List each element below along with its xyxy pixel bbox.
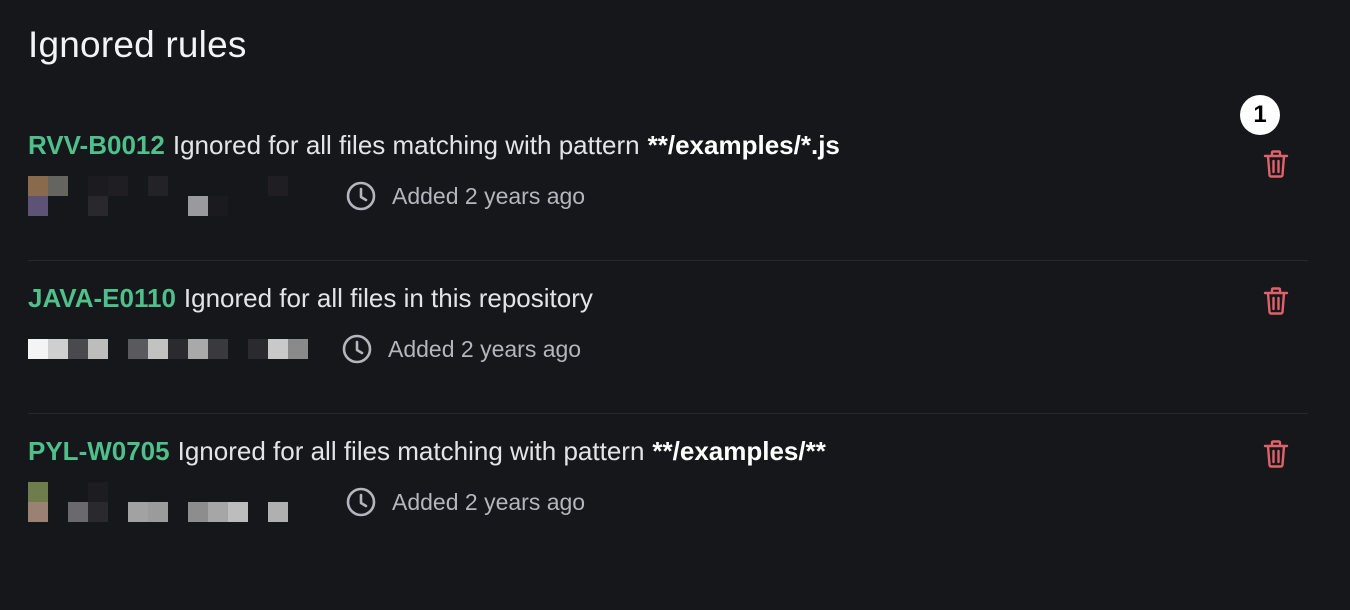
author-avatar[interactable] — [28, 329, 308, 369]
rule-meta: Added 2 years ago — [28, 329, 581, 369]
added-info: Added 2 years ago — [340, 332, 581, 366]
added-info: Added 2 years ago — [344, 179, 585, 213]
rule-meta: Added 2 years ago — [28, 176, 585, 216]
rule-description: Ignored for all files in this repository — [183, 283, 593, 313]
delete-rule-button[interactable] — [1258, 146, 1294, 182]
rule-description: Ignored for all files matching with patt… — [177, 436, 645, 466]
rule-code-link[interactable]: RVV-B0012 — [28, 130, 165, 160]
clock-icon — [346, 487, 376, 517]
author-avatar[interactable] — [28, 482, 308, 522]
rule-code-link[interactable]: JAVA-E0110 — [28, 283, 176, 313]
clock-icon — [342, 334, 372, 364]
added-info: Added 2 years ago — [344, 485, 585, 519]
rule-code-link[interactable]: PYL-W0705 — [28, 436, 170, 466]
rule-headline: RVV-B0012 Ignored for all files matching … — [28, 130, 840, 161]
clock-icon — [346, 181, 376, 211]
rule-meta: Added 2 years ago — [28, 482, 585, 522]
delete-rule-button[interactable] — [1258, 436, 1294, 472]
author-avatar[interactable] — [28, 176, 308, 216]
page-title: Ignored rules — [28, 24, 247, 65]
added-time: Added 2 years ago — [392, 182, 586, 209]
ignored-rules-list: RVV-B0012 Ignored for all files matching … — [28, 108, 1308, 566]
rule-pattern: **/examples/** — [652, 436, 826, 466]
trash-icon — [1263, 440, 1289, 468]
trash-icon — [1263, 150, 1289, 178]
rule-description: Ignored for all files matching with patt… — [172, 130, 640, 160]
rule-row: RVV-B0012 Ignored for all files matching … — [28, 108, 1308, 261]
rule-row: PYL-W0705 Ignored for all files matching … — [28, 414, 1308, 566]
added-time: Added 2 years ago — [388, 335, 582, 362]
rule-row: JAVA-E0110 Ignored for all files in this … — [28, 261, 1308, 414]
added-time: Added 2 years ago — [392, 488, 586, 515]
rule-headline: PYL-W0705 Ignored for all files matching … — [28, 436, 826, 467]
delete-rule-button[interactable] — [1258, 283, 1294, 319]
trash-icon — [1263, 287, 1289, 315]
rule-headline: JAVA-E0110 Ignored for all files in this … — [28, 283, 593, 314]
rule-pattern: **/examples/*.js — [647, 130, 840, 160]
